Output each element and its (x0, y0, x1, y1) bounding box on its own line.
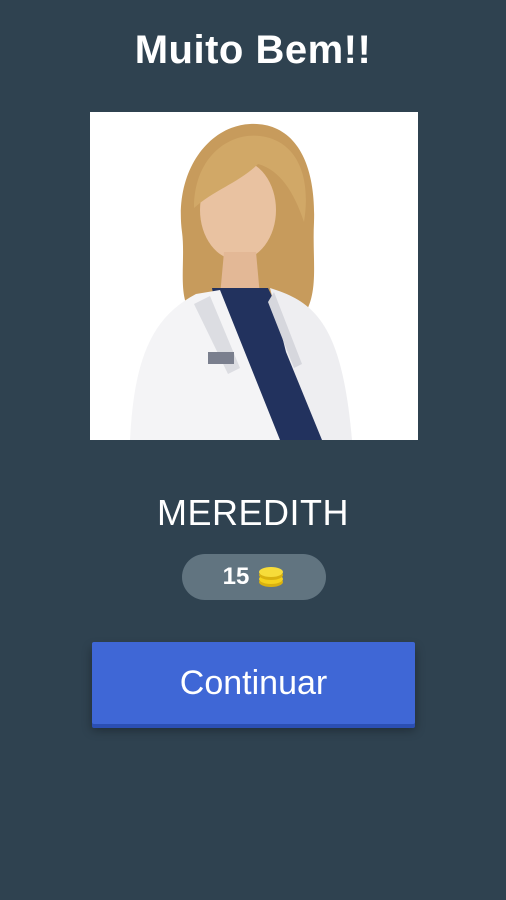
coin-count: 15 (222, 563, 250, 590)
coin-stack-icon (257, 565, 285, 589)
character-photo (90, 112, 418, 440)
answer-name: MEREDITH (157, 492, 349, 533)
coin-reward-badge: 15 (182, 554, 326, 600)
result-title: Muito Bem!! (134, 28, 372, 72)
continue-button[interactable]: Continuar (92, 642, 415, 724)
